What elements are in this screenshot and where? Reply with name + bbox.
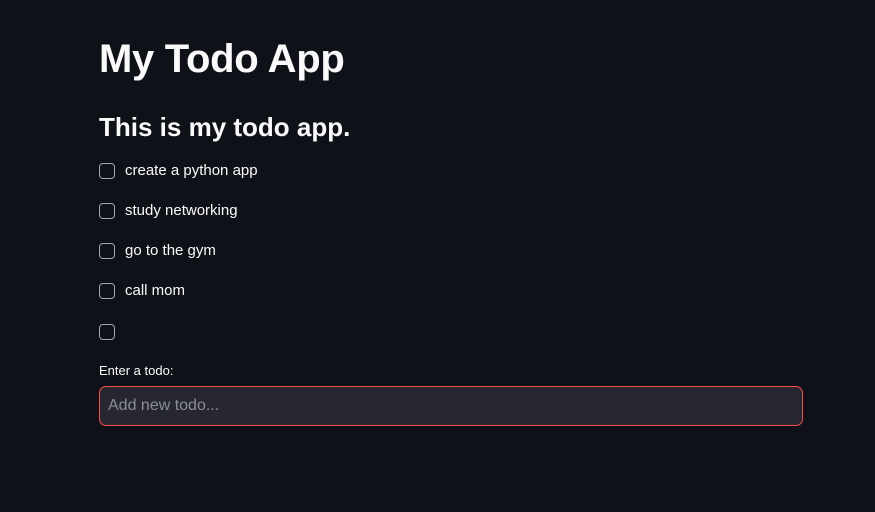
todo-checkbox[interactable] [99, 283, 115, 299]
todo-checkbox[interactable] [99, 163, 115, 179]
new-todo-input-container[interactable] [99, 386, 803, 426]
new-todo-input[interactable] [100, 387, 802, 425]
todo-item[interactable]: go to the gym [99, 241, 216, 261]
todo-item[interactable] [99, 322, 125, 342]
todo-label: create a python app [125, 162, 258, 179]
todo-label: call mom [125, 282, 186, 299]
page-subtitle: This is my todo app. [99, 112, 351, 142]
todo-label: go to the gym [125, 242, 216, 259]
new-todo-label: Enter a todo: [99, 363, 174, 378]
todo-label: study networking [125, 202, 238, 219]
todo-checkbox[interactable] [99, 243, 115, 259]
todo-item[interactable]: create a python app [99, 161, 258, 181]
todo-item[interactable]: call mom [99, 281, 185, 301]
todo-checkbox[interactable] [99, 324, 115, 340]
todo-item[interactable]: study networking [99, 201, 238, 221]
page-title: My Todo App [99, 37, 345, 81]
todo-checkbox[interactable] [99, 203, 115, 219]
